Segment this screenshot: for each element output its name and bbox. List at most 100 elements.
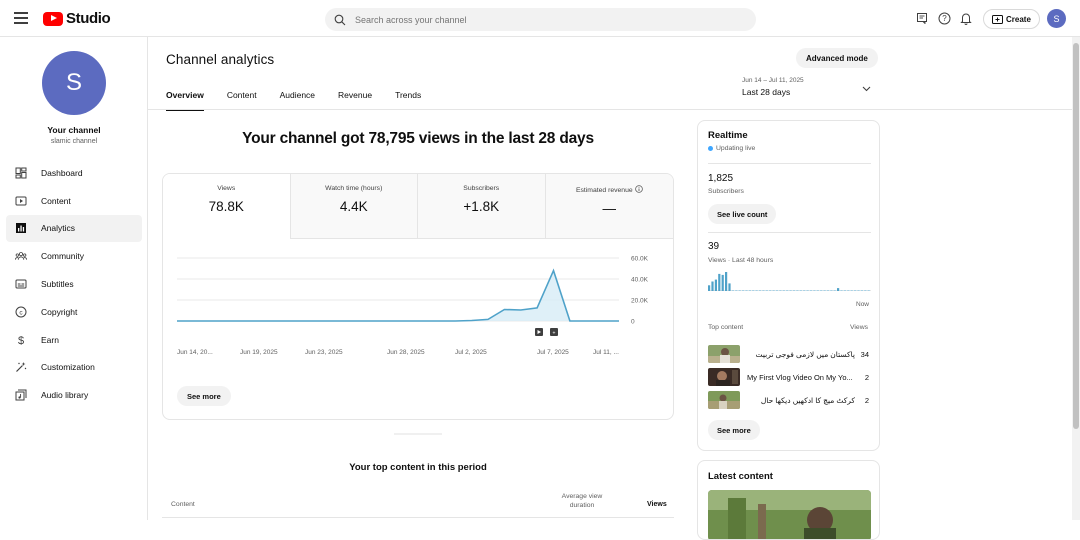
- realtime-bar[interactable]: [738, 290, 741, 291]
- tab-audience[interactable]: Audience: [280, 90, 315, 111]
- metric-estimated-revenue[interactable]: Estimated revenue —: [545, 174, 673, 239]
- tab-content[interactable]: Content: [227, 90, 257, 111]
- sidebar-item-audio-library[interactable]: Audio library: [6, 381, 142, 409]
- realtime-bar[interactable]: [850, 290, 853, 291]
- top-bar: Studio ? Create S: [0, 0, 1080, 37]
- list-item[interactable]: My First Vlog Video On My Yo... 2: [708, 367, 871, 387]
- realtime-bar[interactable]: [806, 290, 809, 291]
- channel-avatar[interactable]: S: [42, 51, 106, 115]
- subtitles-icon: [15, 278, 27, 290]
- section-divider: [394, 433, 442, 435]
- sidebar-item-customization[interactable]: Customization: [6, 354, 142, 382]
- realtime-bar[interactable]: [809, 290, 813, 291]
- realtime-bar[interactable]: [721, 274, 724, 291]
- channel-handle: slamic channel: [50, 138, 98, 145]
- sidebar-item-community[interactable]: Community: [6, 242, 142, 270]
- realtime-bar-chart[interactable]: [708, 271, 871, 297]
- metric-value: —: [602, 201, 617, 216]
- sidebar-item-copyright[interactable]: c Copyright: [6, 298, 142, 326]
- help-icon[interactable]: ?: [937, 11, 951, 25]
- realtime-bar[interactable]: [772, 290, 775, 291]
- realtime-bar[interactable]: [735, 290, 738, 291]
- feedback-icon[interactable]: [915, 11, 929, 25]
- page-scrollbar[interactable]: [1072, 37, 1080, 520]
- notifications-icon[interactable]: [959, 11, 973, 25]
- tab-trends[interactable]: Trends: [395, 90, 421, 111]
- sidebar-item-analytics[interactable]: Analytics: [6, 214, 142, 243]
- col-avg-line2: duration: [569, 502, 595, 509]
- realtime-bar[interactable]: [755, 290, 758, 291]
- create-label: Create: [1006, 14, 1031, 24]
- metric-subscribers[interactable]: Subscribers +1.8K: [418, 174, 546, 239]
- realtime-bar[interactable]: [857, 290, 860, 291]
- tab-overview[interactable]: Overview: [166, 90, 204, 111]
- metric-watch-time[interactable]: Watch time (hours) 4.4K: [290, 174, 418, 239]
- realtime-bar[interactable]: [782, 290, 785, 291]
- date-range-picker[interactable]: Jun 14 – Jul 11, 2025 Last 28 days: [742, 77, 871, 97]
- realtime-bar[interactable]: [786, 290, 789, 291]
- realtime-bar[interactable]: [789, 290, 792, 291]
- info-icon[interactable]: [634, 185, 643, 193]
- realtime-bar[interactable]: [762, 290, 765, 291]
- realtime-bar[interactable]: [752, 290, 755, 291]
- search-input[interactable]: [355, 14, 735, 25]
- realtime-bar[interactable]: [745, 290, 748, 291]
- realtime-bar[interactable]: [748, 290, 751, 291]
- realtime-bar[interactable]: [860, 290, 863, 291]
- scrollbar-thumb[interactable]: [1073, 43, 1079, 429]
- list-item[interactable]: کرکٹ میچ کا ادکھیں دیکھا حال 2: [708, 390, 871, 410]
- realtime-bar[interactable]: [847, 290, 850, 291]
- realtime-bar[interactable]: [803, 290, 806, 291]
- realtime-bar[interactable]: [843, 290, 846, 291]
- search-bar[interactable]: [325, 8, 756, 31]
- realtime-bar[interactable]: [769, 290, 772, 291]
- see-more-button[interactable]: See more: [177, 386, 231, 406]
- realtime-bar[interactable]: [816, 290, 819, 291]
- audio-library-icon: [15, 389, 27, 401]
- realtime-bar[interactable]: [820, 290, 823, 291]
- realtime-bar[interactable]: [837, 288, 840, 291]
- see-live-count-button[interactable]: See live count: [708, 204, 777, 224]
- realtime-bar[interactable]: [728, 283, 731, 291]
- realtime-bar[interactable]: [813, 290, 816, 291]
- realtime-bar[interactable]: [718, 273, 721, 291]
- realtime-bar[interactable]: [840, 290, 843, 291]
- see-more-button[interactable]: See more: [708, 420, 760, 440]
- realtime-bar[interactable]: [854, 290, 857, 291]
- sidebar-item-content[interactable]: Content: [6, 187, 142, 215]
- realtime-bar[interactable]: [779, 290, 782, 291]
- list-item[interactable]: پاکستان میں لازمی فوجی تربیت 34: [708, 344, 871, 364]
- realtime-bar[interactable]: [742, 290, 745, 291]
- col-average-view-duration[interactable]: Average view duration: [548, 492, 616, 510]
- advanced-mode-button[interactable]: Advanced mode: [796, 48, 878, 68]
- realtime-bar[interactable]: [775, 290, 779, 291]
- realtime-bar[interactable]: [731, 290, 734, 291]
- latest-video-thumbnail[interactable]: [708, 490, 871, 539]
- menu-icon[interactable]: [14, 12, 28, 24]
- realtime-bar[interactable]: [867, 290, 870, 291]
- views-line-chart[interactable]: 60.0K 40.0K 20.0K 0 Jun 14, 20... Jun 19, 202…: [163, 244, 674, 368]
- realtime-bar[interactable]: [708, 285, 711, 291]
- metric-views[interactable]: Views 78.8K: [163, 174, 291, 239]
- sidebar-item-earn[interactable]: $ Earn: [6, 326, 142, 354]
- realtime-bar[interactable]: [830, 290, 833, 291]
- realtime-bar[interactable]: [833, 290, 836, 291]
- sidebar-item-subtitles[interactable]: Subtitles: [6, 270, 142, 298]
- realtime-bar[interactable]: [711, 281, 714, 292]
- col-views[interactable]: Views: [647, 501, 667, 508]
- realtime-bar[interactable]: [725, 272, 728, 291]
- sidebar-item-dashboard[interactable]: Dashboard: [6, 159, 142, 187]
- account-avatar[interactable]: S: [1047, 9, 1066, 28]
- realtime-bar[interactable]: [796, 290, 799, 291]
- realtime-bar[interactable]: [765, 290, 768, 291]
- realtime-bar[interactable]: [799, 290, 802, 291]
- realtime-bar[interactable]: [792, 290, 796, 291]
- realtime-bar[interactable]: [823, 290, 826, 291]
- create-button[interactable]: Create: [983, 9, 1040, 29]
- realtime-bar[interactable]: [758, 290, 762, 291]
- realtime-bar[interactable]: [714, 279, 717, 291]
- realtime-bar[interactable]: [826, 290, 830, 291]
- tab-revenue[interactable]: Revenue: [338, 90, 372, 111]
- studio-logo[interactable]: Studio: [43, 10, 111, 27]
- realtime-bar[interactable]: [864, 290, 867, 291]
